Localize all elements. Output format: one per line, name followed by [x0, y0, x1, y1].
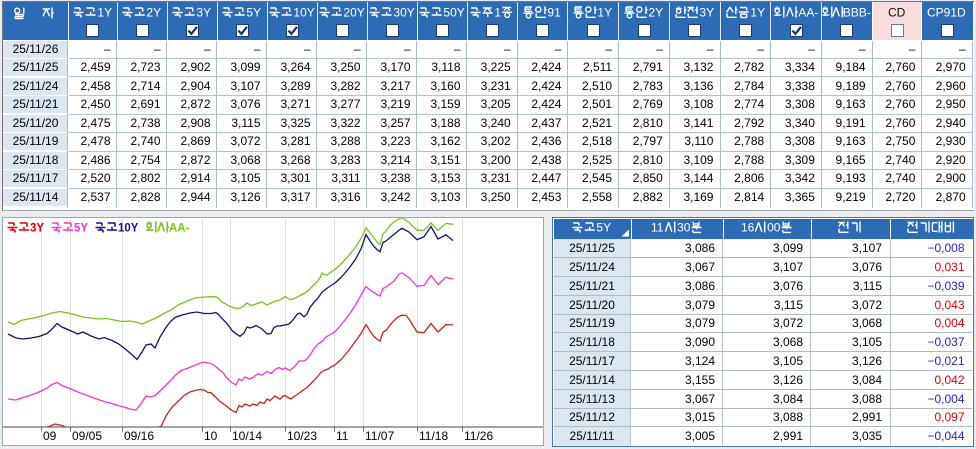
svg-text:50Y: 50Y: [443, 6, 464, 20]
svg-text:3Y: 3Y: [197, 6, 212, 20]
svg-text:30Y: 30Y: [393, 6, 414, 20]
svg-text:09: 09: [43, 429, 57, 443]
svg-text:2Y: 2Y: [147, 6, 162, 20]
svg-text:91: 91: [548, 6, 562, 20]
svg-text:10: 10: [204, 429, 218, 443]
svg-text:11/26: 11/26: [464, 429, 493, 443]
svg-text:11: 11: [336, 429, 349, 443]
svg-text:5Y: 5Y: [74, 223, 88, 235]
svg-text:1: 1: [495, 6, 502, 20]
svg-text:5Y: 5Y: [597, 221, 612, 235]
svg-text:09/16: 09/16: [124, 429, 154, 443]
svg-text:11/07: 11/07: [365, 429, 394, 443]
svg-text:10Y: 10Y: [118, 223, 139, 235]
svg-text:1Y: 1Y: [97, 6, 112, 20]
svg-text:5Y: 5Y: [247, 6, 262, 20]
svg-text:2Y: 2Y: [648, 6, 663, 20]
svg-text:30: 30: [677, 221, 691, 235]
svg-text:00: 00: [767, 221, 781, 235]
svg-text:10Y: 10Y: [293, 6, 314, 20]
svg-text:CP91D: CP91D: [927, 6, 966, 20]
svg-text:11: 11: [651, 221, 664, 235]
svg-text:10/23: 10/23: [287, 429, 317, 443]
svg-text:AA-: AA-: [798, 6, 818, 20]
svg-text:10/14: 10/14: [232, 429, 262, 443]
svg-text:3Y: 3Y: [699, 6, 714, 20]
svg-text:3Y: 3Y: [30, 223, 44, 235]
svg-text:09/05: 09/05: [72, 429, 102, 443]
svg-text:20Y: 20Y: [343, 6, 364, 20]
svg-text:11/18: 11/18: [419, 429, 448, 443]
svg-text:BBB-: BBB-: [843, 6, 871, 20]
svg-text:1Y: 1Y: [750, 6, 765, 20]
svg-text:CD: CD: [888, 6, 906, 20]
svg-text:AA-: AA-: [169, 223, 190, 235]
svg-text:1Y: 1Y: [598, 6, 613, 20]
svg-text:16: 16: [741, 221, 755, 235]
